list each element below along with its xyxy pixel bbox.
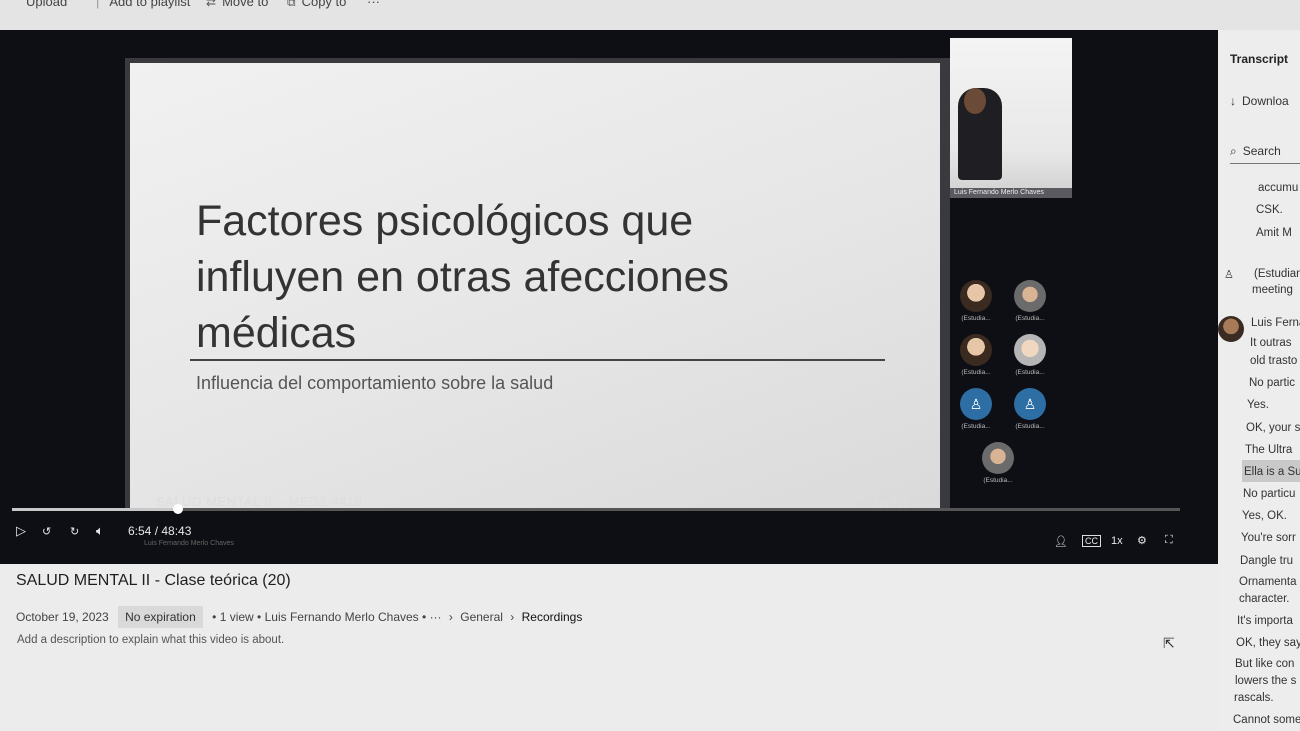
participant-avatar — [982, 442, 1014, 474]
divider-icon: | — [96, 0, 100, 9]
participant-avatar — [960, 334, 992, 366]
captions-icon[interactable]: CC — [1082, 535, 1101, 547]
transcript-line[interactable]: The Ultra — [1245, 444, 1292, 456]
seek-bar[interactable] — [12, 504, 1180, 514]
chevron-right-icon: › — [448, 610, 453, 624]
participant-tile: ♙ (Estudia... — [950, 388, 1002, 440]
transcript-line[interactable]: Luis Ferna — [1251, 317, 1300, 329]
expiration-badge[interactable]: No expiration — [118, 606, 203, 628]
transcript-line[interactable]: CSK. — [1256, 204, 1283, 216]
breadcrumb-recordings[interactable]: Recordings — [522, 610, 583, 624]
presenter-video-tile: Luis Fernando Merlo Chaves — [950, 38, 1072, 198]
participant-grid: (Estudia... (Estudia... (Estudia... (Est… — [950, 280, 1060, 490]
time-display: 6:54 / 48:43 — [128, 524, 192, 538]
transcript-line[interactable]: Yes. — [1247, 399, 1269, 411]
transcript-line[interactable]: OK, they say — [1236, 637, 1300, 649]
top-toolbar: Upload | Add to playlist ⇄ Move to ⧉ Copy t… — [0, 0, 1300, 30]
play-icon[interactable]: ▷ — [16, 523, 26, 539]
owner-link[interactable]: Luis Fernando Merlo Chaves — [265, 610, 419, 624]
transcript-line[interactable]: accumu — [1258, 182, 1298, 194]
participant-avatar — [1014, 280, 1046, 312]
transcript-line[interactable]: character. — [1239, 593, 1290, 605]
participant-avatar — [1014, 334, 1046, 366]
download-button[interactable]: ↓ Downloa — [1230, 94, 1289, 108]
slide-subtitle: Influencia del comportamiento sobre la s… — [196, 373, 554, 393]
participant-avatar — [960, 280, 992, 312]
presenter-watermark: Luis Fernando Merlo Chaves — [144, 540, 234, 547]
speaker-avatar — [1218, 316, 1244, 342]
video-info: SALUD MENTAL II - Clase teórica (20) Oct… — [0, 564, 1218, 731]
settings-gear-icon[interactable]: ⚙ — [1137, 534, 1147, 547]
breadcrumb-more[interactable]: ··· — [430, 610, 442, 624]
transcript-line[interactable]: OK, your s — [1246, 422, 1300, 434]
transcript-panel: Transcript ↓ Downloa ⌕ Search ♙ accumu CSK.… — [1218, 30, 1300, 731]
transcript-line[interactable]: Cannot some — [1233, 714, 1300, 726]
video-player[interactable]: Factores psicológicos que influyen en ot… — [0, 30, 1218, 564]
move-icon: ⇄ — [206, 0, 217, 9]
transcript-line[interactable]: It's importa — [1237, 615, 1293, 627]
transcript-line[interactable]: No particu — [1243, 488, 1295, 500]
download-icon: ↓ — [1230, 94, 1236, 108]
upload-button[interactable]: Upload — [26, 0, 67, 9]
forward-10-icon[interactable]: ↻ — [70, 525, 79, 538]
participant-icon: ♙ — [1224, 269, 1234, 281]
transcript-line[interactable]: But like con — [1235, 658, 1294, 670]
move-to-button[interactable]: ⇄ Move to — [206, 0, 268, 9]
transcript-search-input[interactable]: ⌕ Search — [1230, 144, 1300, 164]
presentation-slide: Factores psicológicos que influyen en ot… — [130, 63, 940, 508]
mouse-cursor-icon: ⇱ — [1163, 635, 1175, 651]
description-placeholder[interactable]: Add a description to explain what this v… — [17, 634, 284, 646]
video-title: SALUD MENTAL II - Clase teórica (20) — [16, 572, 291, 589]
presenter-head — [964, 88, 986, 114]
participant-tile: (Estudia... — [1004, 334, 1056, 386]
seek-bar-handle[interactable] — [172, 504, 183, 514]
transcript-line[interactable]: Amit M — [1256, 227, 1292, 239]
participant-tile: ♙ (Estudia... — [1004, 388, 1056, 440]
transcript-line[interactable]: You're sorr — [1241, 532, 1296, 544]
transcript-line[interactable]: rascals. — [1234, 692, 1274, 704]
separator-dot: • — [257, 610, 265, 624]
speaker-icon[interactable]: 👤︎ — [1054, 535, 1068, 548]
presenter-name: Luis Fernando Merlo Chaves — [950, 188, 1072, 198]
transcript-title: Transcript — [1230, 52, 1289, 66]
transcript-line[interactable]: lowers the s — [1235, 675, 1296, 687]
add-to-playlist-button[interactable]: | Add to playlist — [96, 0, 190, 9]
transcript-line[interactable]: No partic — [1249, 377, 1295, 389]
playback-speed-button[interactable]: 1x — [1111, 535, 1123, 547]
transcript-line[interactable]: It outras — [1250, 337, 1292, 349]
transcript-line[interactable]: old trasto — [1250, 355, 1297, 367]
transcript-line[interactable]: meeting — [1252, 284, 1293, 296]
more-options-button[interactable]: ··· — [367, 0, 380, 9]
chevron-right-icon: › — [510, 610, 515, 624]
breadcrumb-general[interactable]: General — [460, 610, 503, 624]
transcript-line[interactable]: Dangle tru — [1240, 555, 1293, 567]
transcript-line[interactable]: (Estudian — [1254, 268, 1300, 280]
separator-dot: • — [422, 610, 430, 624]
copy-icon: ⧉ — [287, 0, 296, 9]
person-icon: ♙ — [960, 388, 992, 420]
seek-bar-progress — [12, 508, 178, 511]
participant-tile: (Estudia... — [950, 334, 1002, 386]
participant-tile: (Estudia... — [1004, 280, 1056, 332]
participant-tile: (Estudia... — [950, 280, 1002, 332]
person-icon: ♙ — [1014, 388, 1046, 420]
volume-icon[interactable]: 🔈︎ — [96, 523, 104, 539]
separator-dot: • — [212, 610, 220, 624]
search-icon: ⌕ — [1230, 144, 1237, 158]
slide-divider — [190, 359, 885, 361]
transcript-line[interactable]: Yes, OK. — [1242, 510, 1287, 522]
rewind-10-icon[interactable]: ↺ — [42, 525, 51, 538]
transcript-line[interactable]: Ella is a Su — [1244, 466, 1300, 478]
participant-tile: (Estudia... — [972, 442, 1024, 494]
video-meta: October 19, 2023 No expiration • 1 view … — [16, 606, 582, 628]
copy-to-button[interactable]: ⧉ Copy to — [287, 0, 346, 10]
course-code-label: SALUD MENTAL II – MEDZ 4419 — [156, 494, 363, 509]
fullscreen-icon[interactable]: ⛶ — [1165, 534, 1173, 547]
view-count: 1 view — [219, 610, 254, 624]
transcript-line[interactable]: Ornamenta — [1239, 576, 1297, 588]
slide-title: Factores psicológicos que influyen en ot… — [196, 197, 730, 357]
upload-date: October 19, 2023 — [16, 610, 109, 624]
